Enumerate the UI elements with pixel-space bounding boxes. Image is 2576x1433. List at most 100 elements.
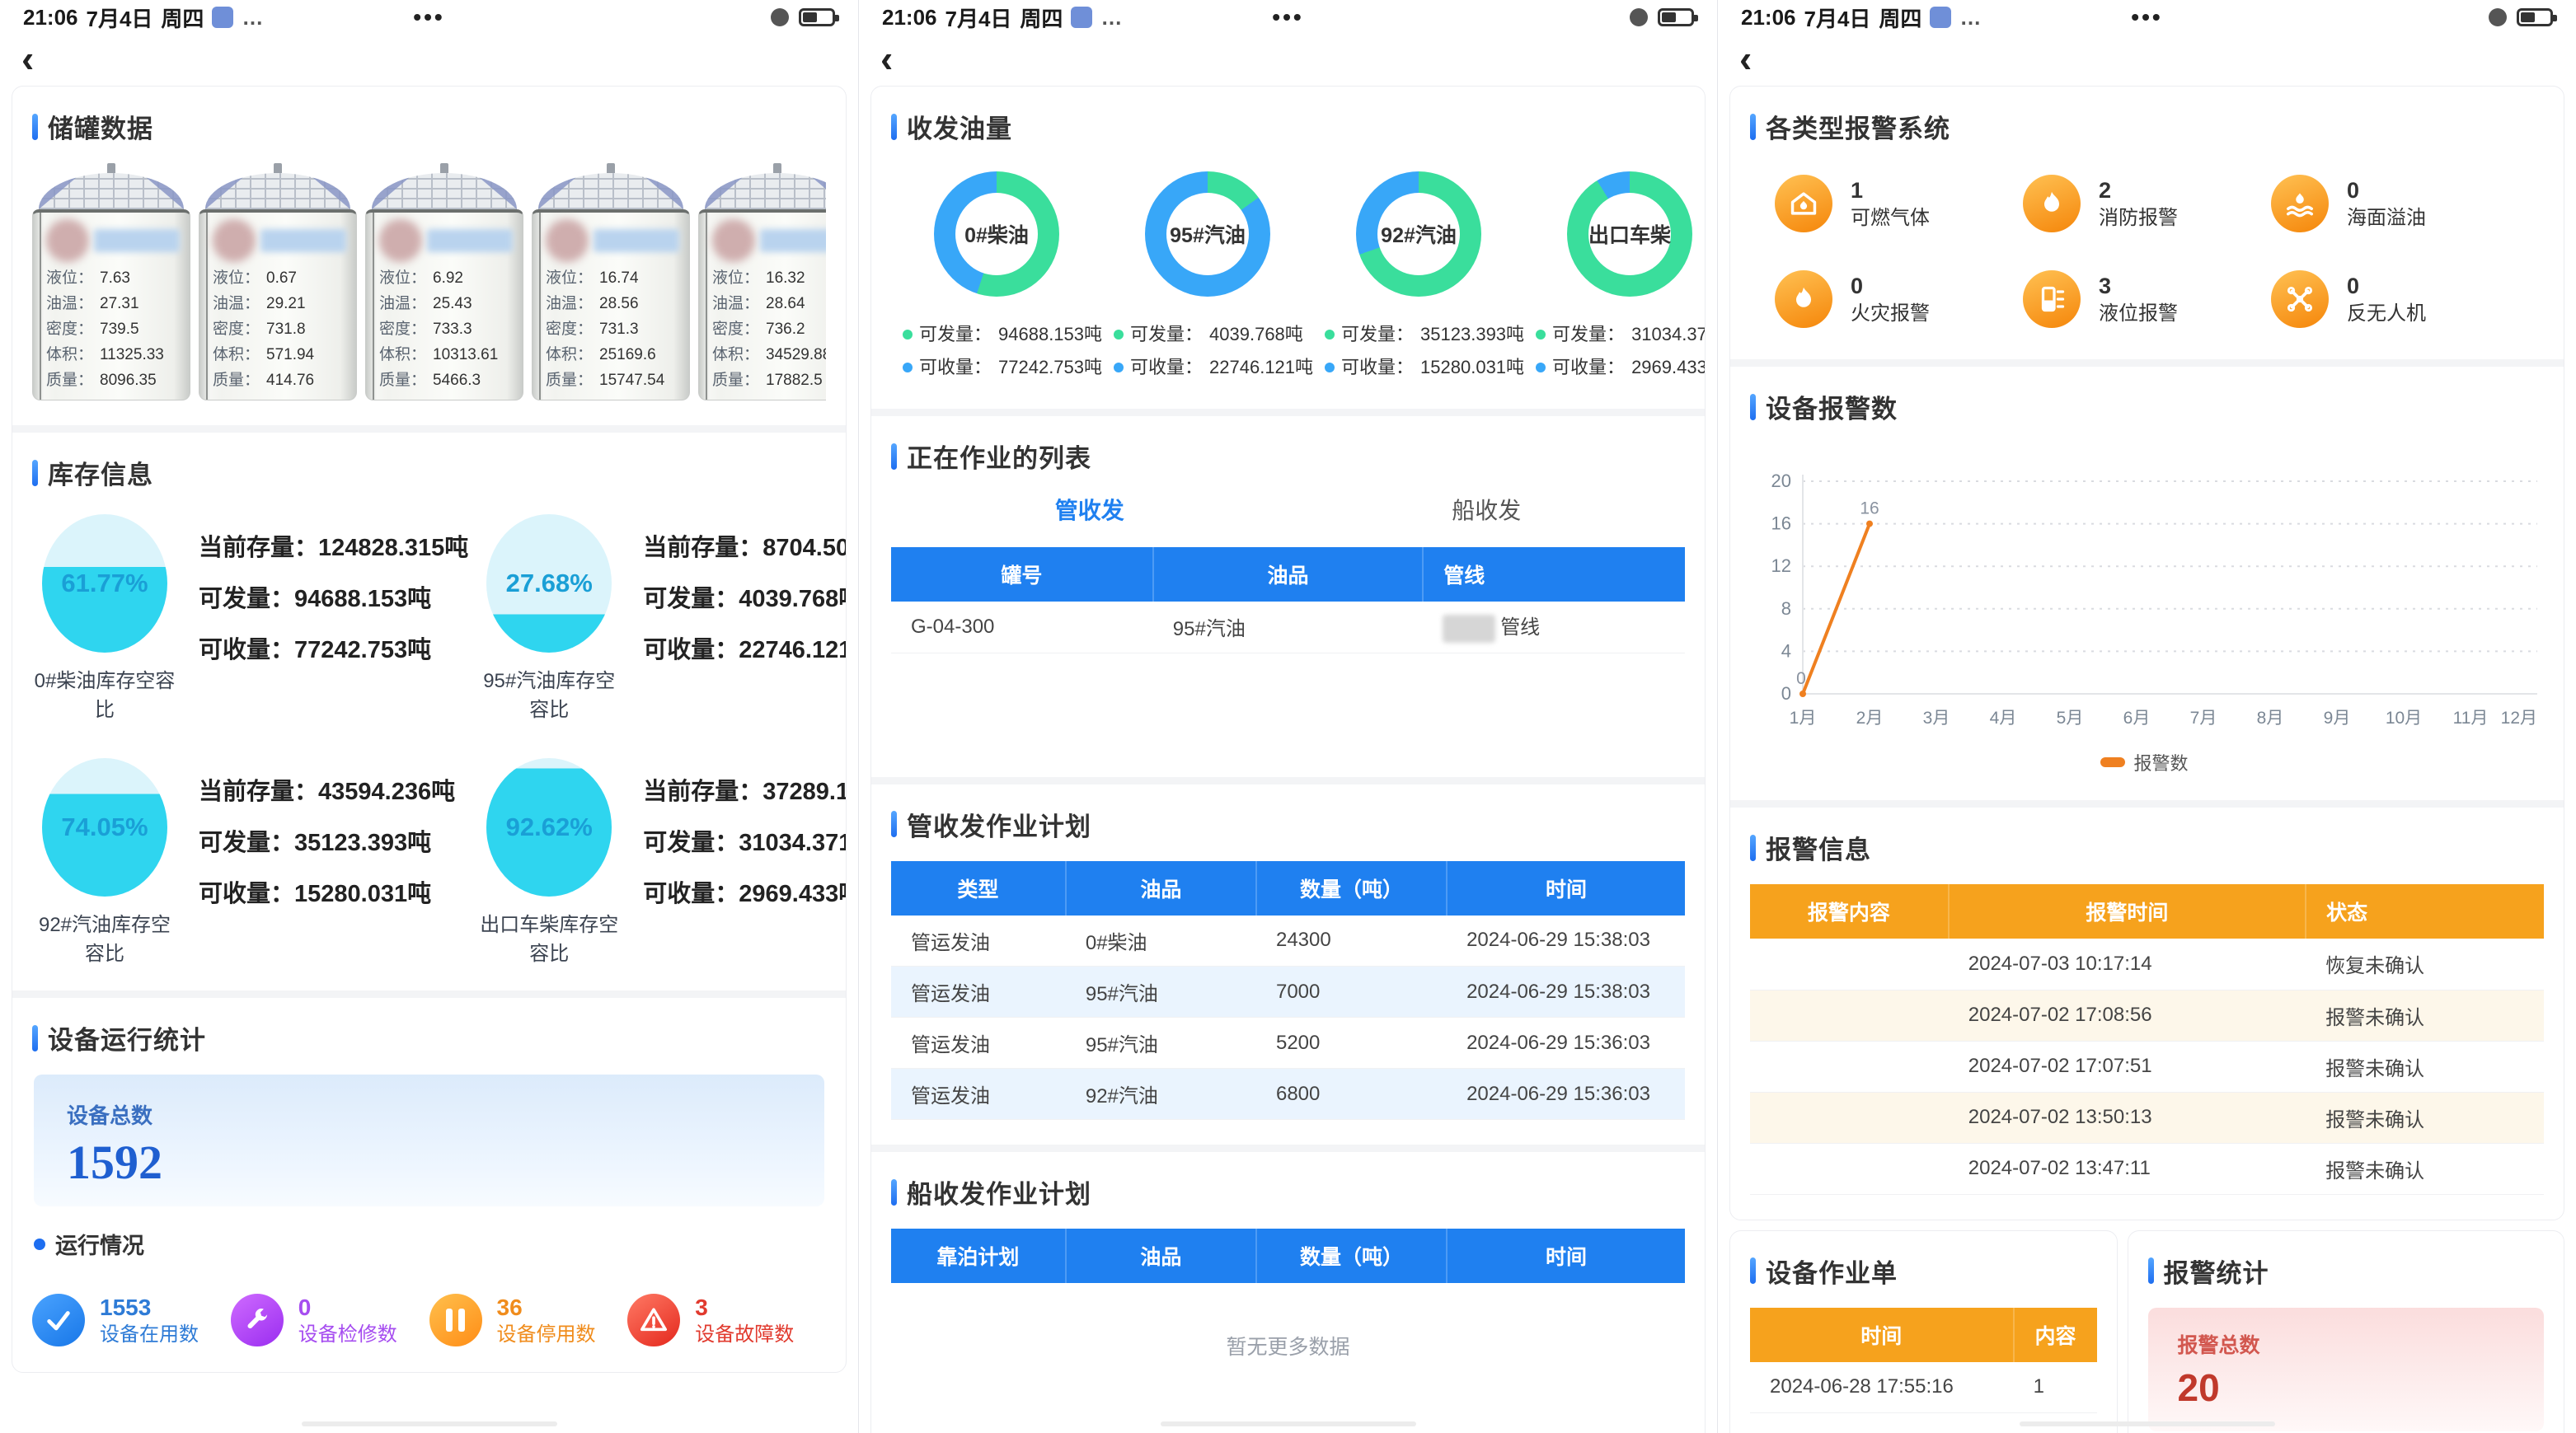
status-time: 21:06 [23,5,78,30]
tank-field-value: 27.31 [100,291,139,316]
donut-chart: 0#柴油 [934,171,1059,297]
tab-pipe[interactable]: 管收发 [891,493,1288,526]
gauge-label: 0#柴油库存空容比 [32,664,177,722]
tank-vent [607,163,615,173]
tank-field-value: 8096.35 [100,368,157,393]
drone-icon [2271,270,2329,328]
svg-text:1月: 1月 [1790,709,1817,728]
section-accent-bar [1750,1257,1756,1284]
redacted-blur [1443,615,1495,643]
tank-field-label: 体积： [546,342,593,368]
stat-device-inuse: 1553设备在用数 [32,1293,231,1347]
back-button[interactable]: ‹ [21,40,34,77]
alarm-total-value: 20 [2178,1365,2514,1410]
panel-oil-flow: 21:06 7月4日 周四 … ••• ‹ 收发油量 0#柴油 可发量：9468… [859,0,1717,1433]
recv-dot [903,363,913,372]
more-menu-icon[interactable]: ••• [293,4,564,30]
tank-vent [440,163,448,173]
tank-card[interactable]: 液位：16.32 油温：28.64 密度：736.2 体积：34529.88 质… [698,163,826,400]
tank-field-value: 731.8 [266,316,306,342]
gauge-label: 95#汽油库存空容比 [476,664,622,722]
donut-label: 92#汽油 [1356,171,1481,297]
tank-field-label: 质量： [213,368,260,393]
section-title: 收发油量 [907,108,1012,145]
tank-card[interactable]: 液位：7.63 油温：27.31 密度：739.5 体积：11325.33 质量… [32,163,190,400]
back-button[interactable]: ‹ [1739,40,1752,77]
dashboard-triptych: 21:06 7月4日 周四 … ••• ‹ 储罐数据 [0,0,2576,1433]
tank-card[interactable]: 液位：16.74 油温：28.56 密度：731.3 体积：25169.6 质量… [532,163,690,400]
alarm-type-drone: 0反无人机 [2271,270,2519,328]
status-more-icon: … [1959,5,1982,30]
empty-state-text: 暂无更多数据 [891,1283,1685,1433]
status-date: 7月4日 [1804,2,1871,33]
signal-icon [2489,8,2507,26]
tank-field-value: 34529.88 [766,342,826,368]
tank-field-value: 736.2 [766,316,805,342]
gauge-label: 92#汽油库存空容比 [32,908,177,966]
svg-text:0: 0 [1781,683,1791,704]
oil-flow-card: 收发油量 0#柴油 可发量：94688.153吨 可收量：77242.753吨 … [870,86,1706,1433]
section-accent-bar [891,114,897,140]
panel-alarms: 21:06 7月4日 周四 … ••• ‹ 各类型报警系统 1可燃气体 [1718,0,2576,1433]
status-more-icon: … [1100,5,1124,30]
donut-label: 出口车柴 [1567,171,1692,297]
tank-scroll-row[interactable]: 液位：7.63 油温：27.31 密度：739.5 体积：11325.33 质量… [32,163,826,400]
tank-field-label: 体积： [213,342,260,368]
tank-field-label: 密度： [546,316,593,342]
section-oil-flow: 收发油量 0#柴油 可发量：94688.153吨 可收量：77242.753吨 … [871,87,1705,409]
tank-field-label: 液位： [46,265,93,291]
tank-field-value: 28.56 [599,291,639,316]
section-divider [12,425,846,433]
tank-field-label: 体积： [712,342,759,368]
panel-tanks: 21:06 7月4日 周四 … ••• ‹ 储罐数据 [0,0,858,1433]
stat-device-maintenance: 0设备检修数 [231,1293,429,1347]
home-indicator [2020,1421,2275,1426]
tank-name-blur [260,229,346,252]
tab-ship[interactable]: 船收发 [1288,493,1686,526]
tank-field-value: 5466.3 [433,368,481,393]
svg-text:16: 16 [1860,499,1879,518]
tank-dome [205,173,350,209]
svg-text:4: 4 [1781,640,1791,661]
section-ship-plan: 船收发作业计划 靠泊计划 油品 数量（吨） 时间 暂无更多数据 [871,1152,1705,1433]
recv-dot [1114,363,1124,372]
tank-field-value: 25.43 [433,291,472,316]
more-menu-icon[interactable]: ••• [2011,4,2282,30]
device-total-card: 设备总数 1592 [34,1075,824,1206]
section-title: 储罐数据 [48,108,153,145]
section-title: 船收发作业计划 [907,1173,1091,1211]
work-order-card: 设备作业单 时间内容 2024-06-28 17:55:161 [1729,1230,2118,1433]
gauge-percent: 61.77% [42,514,167,653]
tank-card[interactable]: 液位：6.92 油温：25.43 密度：733.3 体积：10313.61 质量… [365,163,523,400]
app-indicator-icon [1930,7,1951,28]
alarm-type-fire: 0火灾报警 [1775,270,2023,328]
tank-seal-blur [213,219,256,262]
back-button[interactable]: ‹ [880,40,893,77]
ship-plan-table: 靠泊计划 油品 数量（吨） 时间 [891,1229,1685,1283]
tank-dome [372,173,517,209]
tank-field-value: 6.92 [433,265,463,291]
table-row: 2024-07-03 10:17:14恢复未确认 [1750,939,2544,990]
donut-gas95: 95#汽油 可发量：4039.768吨 可收量：22746.121吨 [1102,163,1313,384]
check-icon [32,1294,85,1346]
svg-text:5月: 5月 [2057,709,2084,728]
tank-field-label: 体积： [46,342,93,368]
bullet-dot [34,1239,45,1250]
tank-field-label: 油温： [379,291,426,316]
section-accent-bar [1750,114,1756,140]
tank-card[interactable]: 液位：0.67 油温：29.21 密度：731.8 体积：571.94 质量：4… [199,163,357,400]
section-divider [871,777,1705,784]
svg-text:12月: 12月 [2501,709,2537,728]
tank-seal-blur [546,219,589,262]
status-bar: 21:06 7月4日 周四 … ••• [859,0,1717,35]
tank-field-label: 密度： [46,316,93,342]
recv-dot [1325,363,1335,372]
chart-legend: 报警数 [1750,749,2539,775]
donut-export-diesel: 出口车柴 可发量：31034.371吨 可收量：2969.433吨 [1524,163,1706,384]
svg-text:10月: 10月 [2386,709,2422,728]
section-accent-bar [891,811,897,837]
gauge-percent: 27.68% [486,514,612,653]
more-menu-icon[interactable]: ••• [1152,4,1423,30]
tank-seal-blur [46,219,89,262]
legend-swatch [2100,757,2125,767]
